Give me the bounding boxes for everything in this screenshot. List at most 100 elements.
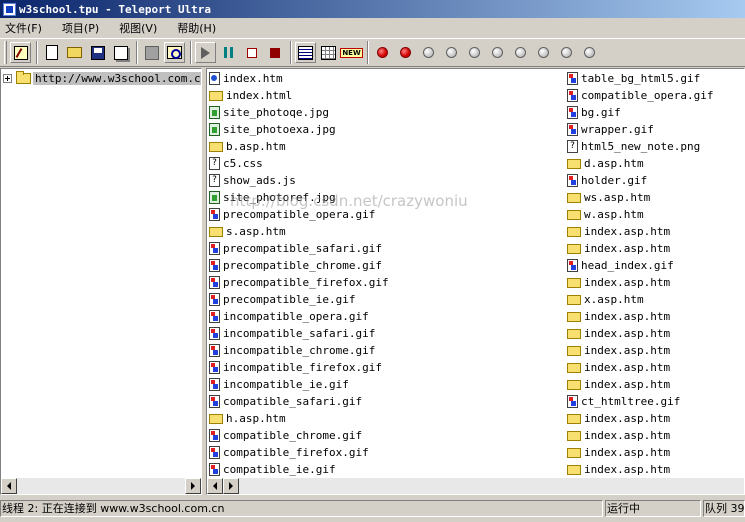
grid-view-button[interactable] xyxy=(318,42,339,63)
thread-indicator-2[interactable] xyxy=(395,42,416,63)
file-list-item[interactable]: index.asp.htm xyxy=(567,410,670,427)
scroll-track[interactable] xyxy=(17,478,185,494)
file-list-item[interactable]: site_photoexa.jpg xyxy=(209,121,336,138)
file-list-item[interactable]: index.asp.htm xyxy=(567,223,670,240)
file-list-item[interactable]: index.asp.htm xyxy=(567,240,670,257)
file-list-item[interactable]: x.asp.htm xyxy=(567,291,644,308)
tree-root-node[interactable]: http://www.w3school.com.cn/ xyxy=(3,71,201,86)
abort-button[interactable] xyxy=(264,42,285,63)
open-project-button[interactable] xyxy=(64,42,85,63)
file-list-item[interactable]: index.asp.htm xyxy=(567,274,670,291)
file-list-item[interactable]: compatible_opera.gif xyxy=(567,87,713,104)
thread-indicator-8[interactable] xyxy=(533,42,554,63)
file-list-item[interactable]: incompatible_opera.gif xyxy=(209,308,369,325)
toolbar-grip[interactable] xyxy=(4,41,7,64)
file-list-item[interactable]: table_bg_html5.gif xyxy=(567,70,700,87)
arrow-left-icon xyxy=(7,482,11,490)
file-list-item[interactable]: s.asp.htm xyxy=(209,223,286,240)
file-list-item[interactable]: index.asp.htm xyxy=(567,342,670,359)
save-project-button[interactable] xyxy=(87,42,108,63)
thread-indicator-7[interactable] xyxy=(510,42,531,63)
thread-indicator-10[interactable] xyxy=(579,42,600,63)
thread-indicator-9[interactable] xyxy=(556,42,577,63)
file-list-item[interactable]: site_photoqe.jpg xyxy=(209,104,329,121)
file-list-item[interactable]: incompatible_chrome.gif xyxy=(209,342,375,359)
scroll-right-button[interactable] xyxy=(185,478,201,494)
file-list-item[interactable]: index.html xyxy=(209,87,292,104)
file-list-item[interactable]: d.asp.htm xyxy=(567,155,644,172)
file-list-item[interactable]: index.asp.htm xyxy=(567,376,670,393)
file-list-item[interactable]: site_photoref.jpg xyxy=(209,189,336,206)
menu-project[interactable]: 项目(P) xyxy=(60,20,105,36)
scroll-track[interactable] xyxy=(239,478,744,494)
file-list-item[interactable]: index.htm xyxy=(209,70,283,87)
file-list-item[interactable]: index.asp.htm xyxy=(567,461,670,478)
expand-icon[interactable] xyxy=(3,74,12,83)
new-files-button[interactable]: NEW xyxy=(340,42,363,63)
list-view-button[interactable] xyxy=(295,42,316,63)
file-list-item[interactable]: index.asp.htm xyxy=(567,444,670,461)
file-list-item[interactable]: ? show_ads.js xyxy=(209,172,296,189)
file-list-item[interactable]: index.asp.htm xyxy=(567,325,670,342)
file-list-item[interactable]: compatible_ie.gif xyxy=(209,461,336,478)
pause-button[interactable] xyxy=(218,42,239,63)
file-list-item[interactable]: index.asp.htm xyxy=(567,359,670,376)
list-horizontal-scrollbar[interactable] xyxy=(207,478,744,494)
scroll-left-button[interactable] xyxy=(1,478,17,494)
file-list-item[interactable]: incompatible_safari.gif xyxy=(209,325,375,342)
white-ball-icon xyxy=(538,47,549,58)
file-name: index.asp.htm xyxy=(584,446,671,459)
file-name: c5.css xyxy=(223,157,263,170)
file-list-item[interactable]: precompatible_safari.gif xyxy=(209,240,382,257)
file-list-item[interactable]: precompatible_opera.gif xyxy=(209,206,375,223)
image-file-icon xyxy=(209,191,220,204)
menu-help[interactable]: 帮助(H) xyxy=(175,20,222,36)
thread-indicator-6[interactable] xyxy=(487,42,508,63)
gif-file-icon xyxy=(209,378,220,391)
file-list-item[interactable]: h.asp.htm xyxy=(209,410,286,427)
scroll-left-button[interactable] xyxy=(207,478,223,494)
tree-horizontal-scrollbar[interactable] xyxy=(1,478,201,494)
disabled-tool-button[interactable] xyxy=(141,42,162,63)
menu-view[interactable]: 视图(V) xyxy=(117,20,163,36)
file-list-item[interactable]: incompatible_firefox.gif xyxy=(209,359,382,376)
file-list-item[interactable]: compatible_firefox.gif xyxy=(209,444,369,461)
file-list-item[interactable]: ? html5_new_note.png xyxy=(567,138,700,155)
file-list-item[interactable]: index.asp.htm xyxy=(567,427,670,444)
find-button[interactable] xyxy=(164,42,185,63)
file-list-item[interactable]: holder.gif xyxy=(567,172,647,189)
thread-indicator-5[interactable] xyxy=(464,42,485,63)
new-project-button[interactable] xyxy=(41,42,62,63)
folder-icon xyxy=(567,226,581,237)
properties-button[interactable] xyxy=(110,42,131,63)
tree-pane[interactable]: http://www.w3school.com.cn/ xyxy=(0,68,202,495)
file-list-item[interactable]: ct_htmltree.gif xyxy=(567,393,680,410)
file-list-item[interactable]: compatible_safari.gif xyxy=(209,393,362,410)
project-properties-button[interactable] xyxy=(10,42,31,63)
file-list-item[interactable]: b.asp.htm xyxy=(209,138,286,155)
file-list-item[interactable]: incompatible_ie.gif xyxy=(209,376,349,393)
file-list-item[interactable]: precompatible_firefox.gif xyxy=(209,274,389,291)
file-list-item[interactable]: precompatible_ie.gif xyxy=(209,291,355,308)
tree-root-label[interactable]: http://www.w3school.com.cn/ xyxy=(33,72,201,85)
file-list-item[interactable]: index.asp.htm xyxy=(567,308,670,325)
file-list-item[interactable]: bg.gif xyxy=(567,104,621,121)
file-list-item[interactable]: w.asp.htm xyxy=(567,206,644,223)
file-list-item[interactable]: precompatible_chrome.gif xyxy=(209,257,382,274)
start-button[interactable] xyxy=(195,42,216,63)
scroll-right-button[interactable] xyxy=(223,478,239,494)
file-list-item[interactable]: ? c5.css xyxy=(209,155,263,172)
menu-file[interactable]: 文件(F) xyxy=(3,20,48,36)
file-list-item[interactable]: wrapper.gif xyxy=(567,121,654,138)
file-list-item[interactable]: ws.asp.htm xyxy=(567,189,650,206)
file-list-item[interactable]: head_index.gif xyxy=(567,257,674,274)
thread-indicator-4[interactable] xyxy=(441,42,462,63)
stop-button[interactable] xyxy=(241,42,262,63)
thread-indicator-3[interactable] xyxy=(418,42,439,63)
app-icon[interactable] xyxy=(3,2,16,16)
file-list-pane[interactable]: index.htm index.html site_photoqe.jpg site_… xyxy=(206,68,745,495)
file-name: incompatible_firefox.gif xyxy=(223,361,382,374)
file-list-item[interactable]: compatible_chrome.gif xyxy=(209,427,362,444)
gif-file-icon xyxy=(209,242,220,255)
thread-indicator-1[interactable] xyxy=(372,42,393,63)
